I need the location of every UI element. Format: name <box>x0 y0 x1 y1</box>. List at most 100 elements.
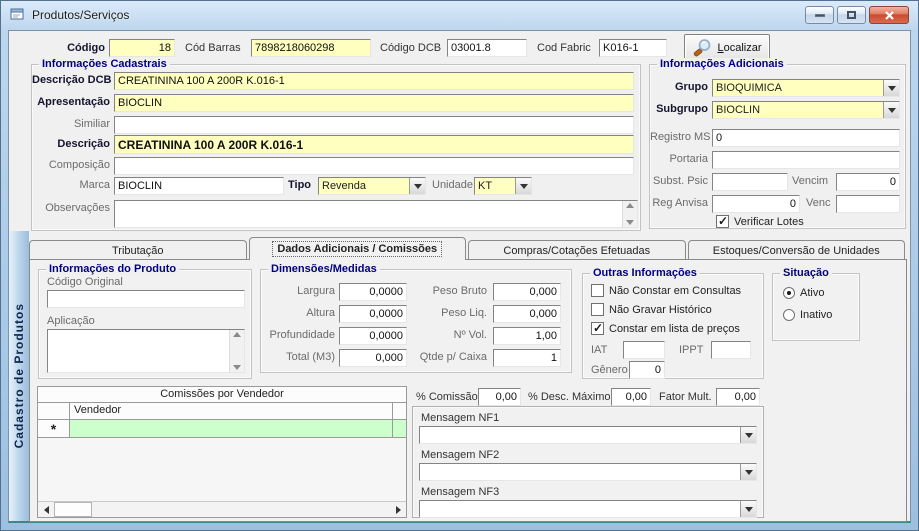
largura-input[interactable] <box>339 283 407 301</box>
apresentacao-input[interactable] <box>114 94 634 112</box>
unidade-combo[interactable]: KT <box>474 177 532 195</box>
observacoes-label: Observações <box>45 202 110 214</box>
codigo-input[interactable] <box>109 39 175 57</box>
mensagem-nf1-combo[interactable] <box>419 426 757 444</box>
qtde-caixa-input[interactable] <box>493 349 561 367</box>
subgrupo-dropdown-icon[interactable] <box>883 102 899 118</box>
nf3-dropdown-icon[interactable] <box>740 501 756 517</box>
iat-input[interactable] <box>623 341 665 359</box>
codigo-original-input[interactable] <box>47 290 245 308</box>
tipo-combo[interactable]: Revenda <box>318 177 426 195</box>
verificar-lotes-checkbox-box[interactable] <box>716 214 729 228</box>
subgrupo-label: Subgrupo <box>656 103 708 115</box>
subgrupo-combo[interactable]: BIOCLIN <box>712 101 900 119</box>
mensagem-nf3-combo[interactable] <box>419 500 757 518</box>
radio-inativo-circle[interactable] <box>783 309 795 321</box>
scroll-left-button[interactable] <box>38 502 54 517</box>
nao-gravar-historico-checkbox[interactable]: Não Gravar Histórico <box>591 303 712 316</box>
nao-constar-consultas-checkbox[interactable]: Não Constar em Consultas <box>591 284 741 297</box>
venc-label: Venc <box>806 197 831 209</box>
window-title: Produtos/Serviços <box>32 8 130 22</box>
nao-constar-consultas-box[interactable] <box>591 284 604 297</box>
reg-anvisa-input[interactable] <box>712 195 800 213</box>
close-button[interactable] <box>869 6 909 24</box>
peso-liq-input[interactable] <box>493 305 561 323</box>
tipo-dropdown-icon[interactable] <box>409 178 425 194</box>
minimize-button[interactable] <box>805 6 834 24</box>
marca-input[interactable] <box>114 177 284 195</box>
desc-maximo-input[interactable] <box>611 388 651 406</box>
new-row-marker[interactable]: * <box>38 420 70 437</box>
scroll-down-icon[interactable] <box>626 220 634 225</box>
cod-barras-input[interactable] <box>251 39 371 57</box>
comissao-label: % Comissão <box>416 391 478 403</box>
nao-gravar-historico-box[interactable] <box>591 303 604 316</box>
composicao-input[interactable] <box>114 157 634 175</box>
tab-estoques-conversao[interactable]: Estoques/Conversão de Unidades <box>687 240 905 260</box>
genero-input[interactable] <box>629 361 665 379</box>
portaria-input[interactable] <box>712 151 900 169</box>
codigo-dcb-input[interactable] <box>447 39 527 57</box>
maximize-button[interactable] <box>837 6 866 24</box>
end-column-header <box>393 403 406 419</box>
nf2-dropdown-icon[interactable] <box>740 464 756 480</box>
aplicacao-scrollbar[interactable] <box>229 330 244 372</box>
unidade-dropdown-icon[interactable] <box>515 178 531 194</box>
scroll-up-icon[interactable] <box>233 332 241 337</box>
aplicacao-textarea[interactable] <box>47 329 245 373</box>
scroll-up-icon[interactable] <box>626 203 634 208</box>
vencim-input[interactable] <box>836 173 900 191</box>
grid-horizontal-scrollbar[interactable] <box>38 501 406 517</box>
scroll-right-button[interactable] <box>390 502 406 517</box>
descricao-input[interactable] <box>114 135 634 154</box>
cod-fabric-input[interactable] <box>599 39 667 57</box>
tab-tributacao[interactable]: Tributação <box>29 240 247 260</box>
comissoes-grid[interactable]: Comissões por Vendedor Vendedor * <box>37 386 407 518</box>
radio-ativo-circle[interactable] <box>783 287 795 299</box>
constar-lista-precos-checkbox[interactable]: Constar em lista de preços <box>591 321 740 335</box>
sidebar-caption-strip: Cadastro de Produtos <box>9 231 29 521</box>
subst-psic-label: Subst. Psic <box>652 175 708 187</box>
n-vol-input[interactable] <box>493 327 561 345</box>
peso-bruto-input[interactable] <box>493 283 561 301</box>
radio-ativo[interactable]: Ativo <box>783 287 824 299</box>
venc-input[interactable] <box>836 195 900 213</box>
ippt-input[interactable] <box>711 341 751 359</box>
minimize-icon <box>814 13 825 17</box>
tipo-value: Revenda <box>322 180 367 192</box>
descricao-dcb-input[interactable] <box>114 72 634 90</box>
desc-maximo-label: % Desc. Máximo <box>528 391 611 403</box>
mensagens-panel: Mensagem NF1 Mensagem NF2 Mensagem NF3 <box>412 406 764 518</box>
fator-mult-input[interactable] <box>716 388 760 406</box>
sidebar-caption-text: Cadastro de Produtos <box>12 303 26 449</box>
row-selector-header <box>38 403 70 419</box>
total-m3-input[interactable] <box>339 349 407 367</box>
mensagem-nf2-combo[interactable] <box>419 463 757 481</box>
scrollbar-thumb[interactable] <box>54 502 92 517</box>
verificar-lotes-checkbox[interactable]: Verificar Lotes <box>716 214 804 228</box>
similiar-input[interactable] <box>114 116 634 134</box>
vendedor-cell[interactable] <box>70 420 393 437</box>
constar-lista-precos-box[interactable] <box>591 321 604 335</box>
subst-psic-input[interactable] <box>712 173 788 191</box>
titlebar[interactable]: Produtos/Serviços <box>0 0 919 30</box>
adicionais-title: Informações Adicionais <box>657 58 787 70</box>
unidade-value: KT <box>478 180 493 192</box>
nf1-dropdown-icon[interactable] <box>740 427 756 443</box>
tab-dados-adicionais-comissoes[interactable]: Dados Adicionais / Comissões <box>248 237 466 260</box>
scroll-down-icon[interactable] <box>233 365 241 370</box>
altura-input[interactable] <box>339 305 407 323</box>
observacoes-scrollbar[interactable] <box>622 201 637 227</box>
mensagem-nf3-label: Mensagem NF3 <box>421 486 500 498</box>
new-row[interactable]: * <box>38 420 406 438</box>
registro-ms-input[interactable] <box>712 129 900 147</box>
profundidade-input[interactable] <box>339 327 407 345</box>
scrollbar-track[interactable] <box>92 502 390 517</box>
grupo-combo[interactable]: BIOQUIMICA <box>712 79 900 97</box>
tab-compras-cotacoes[interactable]: Compras/Cotações Efetuadas <box>468 240 686 260</box>
comissao-input[interactable] <box>478 388 521 406</box>
observacoes-textarea[interactable] <box>114 200 638 228</box>
grupo-dropdown-icon[interactable] <box>883 80 899 96</box>
situacao-title: Situação <box>780 267 832 279</box>
radio-inativo[interactable]: Inativo <box>783 309 832 321</box>
